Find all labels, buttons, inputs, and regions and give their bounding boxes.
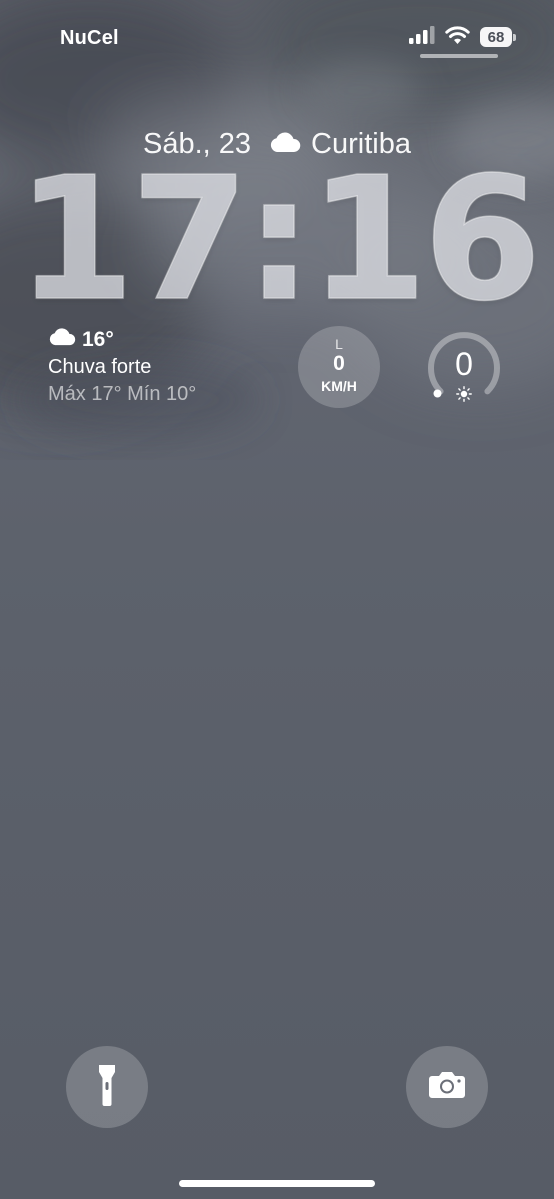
uv-value: 0 [455, 346, 473, 382]
carrier-name: NuCel [60, 27, 119, 49]
battery-level: 68 [480, 27, 512, 47]
weather-range: Máx 17° Mín 10° [48, 383, 197, 405]
flashlight-icon [97, 1063, 117, 1112]
weather-temperature: 16° [82, 327, 114, 351]
uv-index-widget[interactable]: 0 [420, 324, 508, 412]
sun-icon [456, 386, 472, 407]
weather-widget[interactable]: 16° Chuva forte Máx 17° Mín 10° [48, 327, 196, 406]
wind-unit: KM/H [321, 378, 357, 394]
cloud-icon [48, 327, 76, 352]
battery-icon: 68 [480, 26, 516, 48]
signal-bars-icon [409, 25, 435, 49]
control-center-indicator[interactable] [420, 54, 498, 58]
camera-icon [428, 1071, 466, 1104]
flashlight-button[interactable] [66, 1046, 148, 1128]
lock-screen-clock: 17:16 [16, 141, 543, 339]
wind-widget[interactable]: L 0 KM/H [298, 326, 380, 408]
wind-direction: L [335, 336, 343, 352]
wifi-icon [445, 25, 470, 49]
status-icons: 68 [409, 25, 516, 49]
camera-button[interactable] [406, 1046, 488, 1128]
weather-condition: Chuva forte [48, 356, 152, 378]
wind-speed: 0 [333, 352, 345, 375]
status-bar: NuCel 68 [0, 0, 554, 70]
home-indicator[interactable] [179, 1180, 375, 1187]
